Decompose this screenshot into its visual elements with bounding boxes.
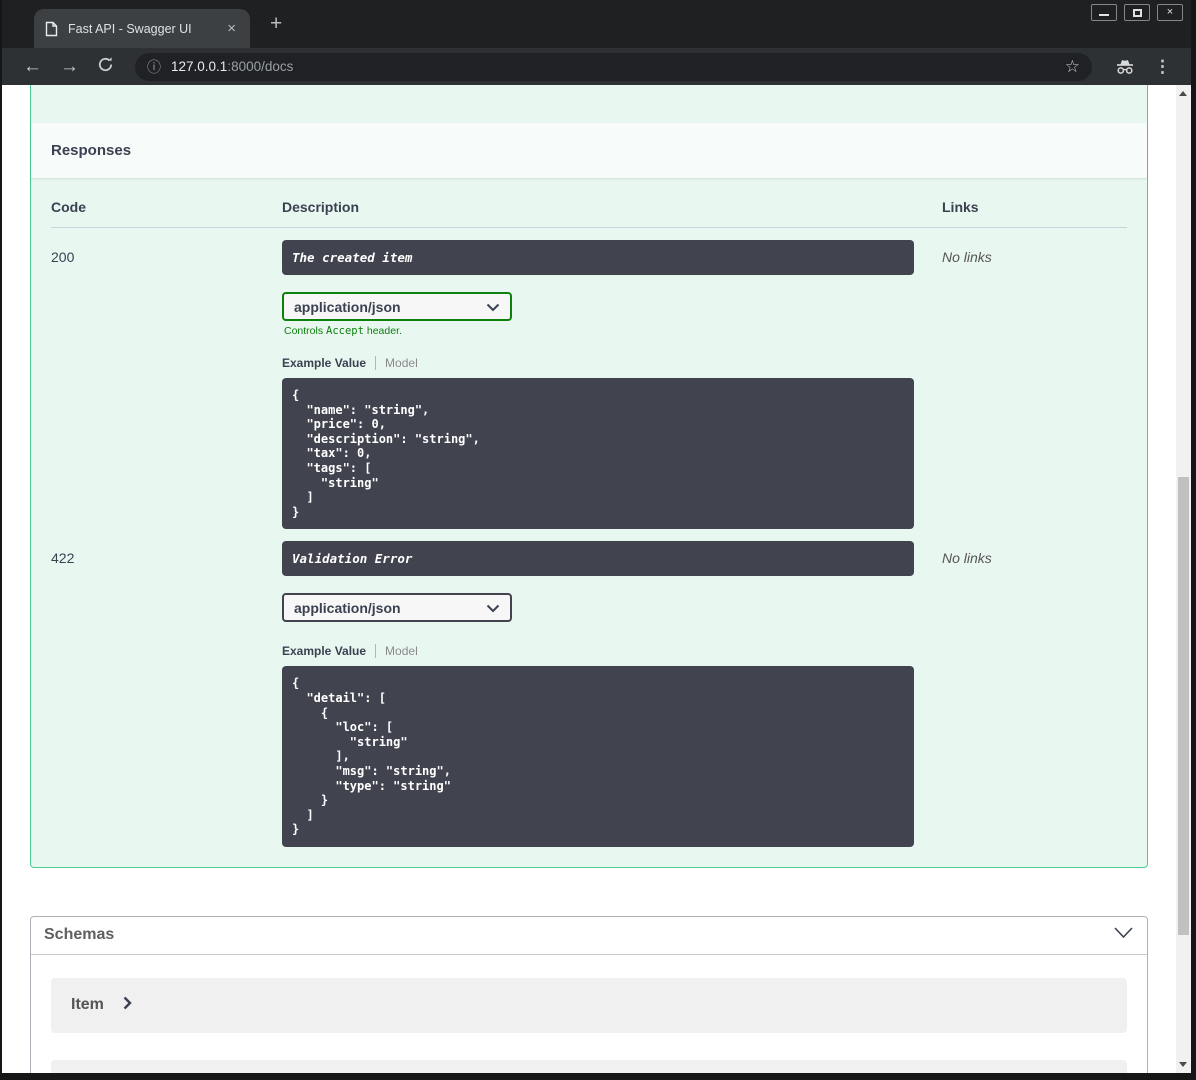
- model-name: Item: [71, 996, 104, 1014]
- example-code-block: { "name": "string", "price": 0, "descrip…: [282, 378, 914, 530]
- schemas-header[interactable]: Schemas: [31, 917, 1147, 955]
- schemas-title: Schemas: [44, 926, 115, 944]
- column-code: Code: [51, 199, 86, 215]
- tab-divider: [375, 356, 377, 370]
- swagger-page: Responses Code Description Links 200 The…: [2, 85, 1176, 1073]
- model-row-validationerror[interactable]: ValidationError: [51, 1059, 1127, 1073]
- maximize-button[interactable]: [1124, 4, 1150, 21]
- tab-example-value[interactable]: Example Value: [282, 356, 366, 370]
- tab-divider: [375, 644, 377, 659]
- new-tab-button[interactable]: +: [264, 12, 288, 36]
- response-code: 422: [51, 550, 75, 567]
- url-text: 127.0.0.1:8000/docs: [171, 59, 293, 74]
- page-scrollbar[interactable]: [1176, 85, 1191, 1073]
- accept-header-note: Controls Accept header.: [284, 325, 402, 337]
- schemas-section: Schemas Item Validation: [30, 915, 1148, 1073]
- chevron-down-icon: [486, 600, 500, 616]
- close-button[interactable]: ×: [1157, 4, 1183, 21]
- example-json: { "name": "string", "price": 0, "descrip…: [292, 388, 480, 519]
- media-type-select[interactable]: application/json: [282, 593, 512, 623]
- scroll-up-icon[interactable]: [1179, 91, 1187, 96]
- response-links: No links: [942, 249, 992, 265]
- browser-menu-icon[interactable]: ⋮: [1146, 57, 1179, 77]
- response-description: The created item: [282, 240, 914, 275]
- response-code: 200: [51, 249, 75, 265]
- tab-example-value[interactable]: Example Value: [282, 644, 366, 658]
- responses-table-header: Code Description Links: [51, 178, 1127, 228]
- page-icon: [44, 21, 59, 37]
- maximize-icon: [1132, 8, 1142, 17]
- response-description: Validation Error: [282, 541, 914, 577]
- incognito-icon: [1104, 59, 1146, 75]
- example-code-block: { "detail": [ { "loc": [ "string" ], "ms…: [282, 666, 914, 847]
- url-path: :8000/docs: [227, 59, 294, 74]
- minimize-icon: [1099, 14, 1109, 16]
- tab-title: Fast API - Swagger UI: [68, 21, 192, 36]
- model-row-item[interactable]: Item: [51, 977, 1127, 1033]
- response-row-422: 422 Validation Error application/json Ex…: [51, 529, 1127, 847]
- minimize-button[interactable]: [1091, 4, 1117, 21]
- bookmark-star-icon[interactable]: ☆: [1065, 58, 1080, 75]
- url-host: 127.0.0.1: [171, 59, 228, 74]
- media-type-value: application/json: [294, 298, 401, 315]
- media-type-value: application/json: [294, 599, 401, 616]
- back-icon[interactable]: ←: [14, 57, 51, 76]
- column-description: Description: [282, 199, 360, 215]
- chevron-down-icon[interactable]: [1113, 926, 1134, 944]
- browser-tab[interactable]: Fast API - Swagger UI ×: [34, 9, 250, 48]
- example-json: { "detail": [ { "loc": [ "string" ], "ms…: [292, 676, 451, 837]
- post-operation-block: Responses Code Description Links 200 The…: [30, 85, 1148, 868]
- scrollbar-thumb[interactable]: [1178, 477, 1189, 935]
- tab-model[interactable]: Model: [385, 644, 418, 658]
- refresh-icon[interactable]: [88, 56, 123, 77]
- response-links: No links: [942, 550, 992, 567]
- column-links: Links: [942, 199, 979, 215]
- browser-window: Fast API - Swagger UI × + × ← → ⓘ 127.0.…: [0, 0, 1196, 1080]
- media-type-select[interactable]: application/json: [282, 292, 512, 321]
- forward-icon[interactable]: →: [51, 57, 88, 76]
- browser-toolbar: ← → ⓘ 127.0.0.1:8000/docs ☆ ⋮: [2, 48, 1191, 85]
- titlebar: Fast API - Swagger UI × + ×: [2, 0, 1191, 48]
- scroll-down-icon[interactable]: [1179, 1062, 1187, 1067]
- responses-section-header: Responses: [31, 123, 1147, 178]
- address-bar[interactable]: ⓘ 127.0.0.1:8000/docs ☆: [135, 52, 1092, 81]
- tab-model[interactable]: Model: [385, 356, 418, 370]
- chevron-right-icon: [123, 996, 132, 1015]
- responses-title: Responses: [51, 142, 132, 159]
- response-row-200: 200 The created item application/json Co…: [51, 228, 1127, 530]
- site-info-icon[interactable]: ⓘ: [147, 60, 161, 74]
- tab-close-icon[interactable]: ×: [223, 19, 240, 38]
- chevron-down-icon: [486, 299, 500, 315]
